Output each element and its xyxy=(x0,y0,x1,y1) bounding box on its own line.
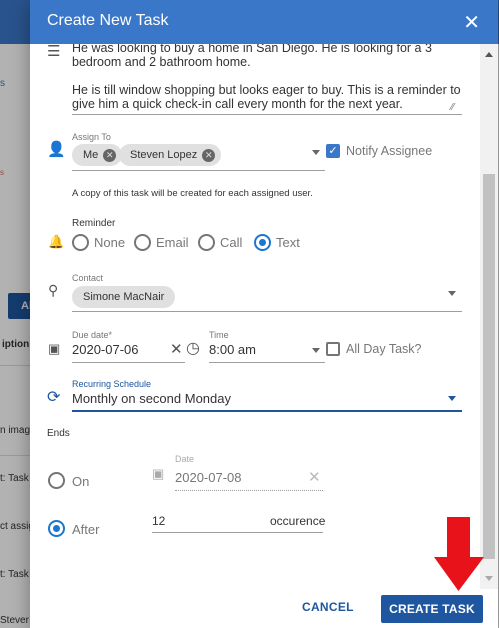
notify-assignee-label: Notify Assignee xyxy=(346,144,433,158)
remove-chip-icon[interactable]: ✕ xyxy=(103,148,117,162)
contact-label: Contact xyxy=(72,273,104,283)
time-underline xyxy=(209,362,325,363)
remove-chip-icon[interactable]: ✕ xyxy=(202,148,216,162)
assign-underline xyxy=(72,170,325,171)
all-day-checkbox[interactable] xyxy=(326,342,340,356)
due-date-label: Due date* xyxy=(72,330,113,340)
scroll-up-icon[interactable] xyxy=(485,52,493,57)
end-date-label: Date xyxy=(175,454,195,464)
time-input[interactable]: 8:00 am xyxy=(209,342,256,357)
notes-icon: ☰ xyxy=(47,44,61,60)
due-date-input[interactable]: 2020-07-06 xyxy=(72,342,139,357)
reminder-call-label: Call xyxy=(220,235,243,250)
create-task-dialog: Create New Task ✕ ☰ He was looking to bu… xyxy=(30,0,498,628)
dialog-header: Create New Task ✕ xyxy=(30,0,498,44)
assign-to-label: Assign To xyxy=(72,132,111,142)
recurring-select[interactable]: Monthly on second Monday xyxy=(72,391,231,406)
notify-assignee-checkbox[interactable]: ✓ xyxy=(326,144,340,158)
ends-on-radio[interactable] xyxy=(48,472,65,489)
assign-dropdown-icon[interactable] xyxy=(312,150,320,155)
clear-end-date-icon[interactable]: ✕ xyxy=(308,468,321,486)
create-task-button[interactable]: CREATE TASK xyxy=(381,595,483,623)
dialog-scrollbar[interactable] xyxy=(480,44,498,589)
ends-on-label: On xyxy=(72,474,90,489)
end-date-underline xyxy=(175,490,323,491)
occurrence-count-input[interactable]: 12 xyxy=(152,514,165,528)
time-dropdown-icon[interactable] xyxy=(312,348,320,353)
occurrence-suffix: occurence xyxy=(270,514,326,528)
contact-chip-label: Simone MacNair xyxy=(83,291,165,303)
bell-icon: 🔔 xyxy=(48,234,65,249)
ends-after-label: After xyxy=(72,522,100,537)
recurring-underline xyxy=(72,410,462,412)
clear-date-icon[interactable]: ✕ xyxy=(170,340,183,358)
reminder-label: Reminder xyxy=(72,218,116,229)
clock-icon: ◷ xyxy=(186,340,200,357)
reminder-call-radio[interactable] xyxy=(198,234,215,251)
assignee-chip-label: Steven Lopez xyxy=(130,149,198,161)
assignee-chip[interactable]: Steven Lopez ✕ xyxy=(119,144,222,166)
description-textarea[interactable]: He was looking to buy a home in San Dieg… xyxy=(72,44,464,111)
occurrence-underline xyxy=(152,532,323,533)
reminder-none-radio[interactable] xyxy=(72,234,89,251)
contact-underline xyxy=(72,311,462,312)
description-underline xyxy=(72,114,462,115)
contact-dropdown-icon[interactable] xyxy=(448,291,456,296)
scrollbar-thumb[interactable] xyxy=(483,174,495,559)
repeat-icon: ⟳ xyxy=(47,389,61,406)
reminder-text-label: Text xyxy=(276,235,300,250)
resize-handle-icon[interactable]: ⁄⁄ xyxy=(451,102,454,113)
annotation-arrow-icon xyxy=(434,517,484,591)
scroll-down-icon[interactable] xyxy=(485,576,493,581)
dialog-title: Create New Task xyxy=(47,12,169,29)
time-label: Time xyxy=(209,330,229,340)
dialog-content: ☰ He was looking to buy a home in San Di… xyxy=(30,44,480,589)
reminder-email-label: Email xyxy=(156,235,189,250)
due-date-underline xyxy=(72,362,185,363)
close-icon[interactable]: ✕ xyxy=(463,10,480,35)
contact-chip[interactable]: Simone MacNair xyxy=(72,286,176,308)
assign-note: A copy of this task will be created for … xyxy=(72,188,313,199)
assignee-chip[interactable]: Me ✕ xyxy=(72,144,123,166)
assignee-chip-label: Me xyxy=(83,149,99,161)
reminder-email-radio[interactable] xyxy=(134,234,151,251)
ends-label: Ends xyxy=(47,428,70,439)
dialog-footer: CANCEL CREATE TASK xyxy=(30,589,498,628)
ends-after-radio[interactable] xyxy=(48,520,65,537)
reminder-none-label: None xyxy=(94,235,126,250)
reminder-text-radio[interactable] xyxy=(254,234,271,251)
calendar-icon: ▣ xyxy=(48,341,61,356)
cancel-button[interactable]: CANCEL xyxy=(302,600,354,614)
recurring-label: Recurring Schedule xyxy=(72,379,152,389)
calendar-icon: ▣ xyxy=(152,466,165,481)
all-day-label: All Day Task? xyxy=(346,342,422,356)
end-date-input[interactable]: 2020-07-08 xyxy=(175,470,242,485)
recurring-dropdown-icon[interactable] xyxy=(448,396,456,401)
search-icon: ⚲ xyxy=(48,282,59,298)
person-icon: 👤 xyxy=(47,141,66,158)
